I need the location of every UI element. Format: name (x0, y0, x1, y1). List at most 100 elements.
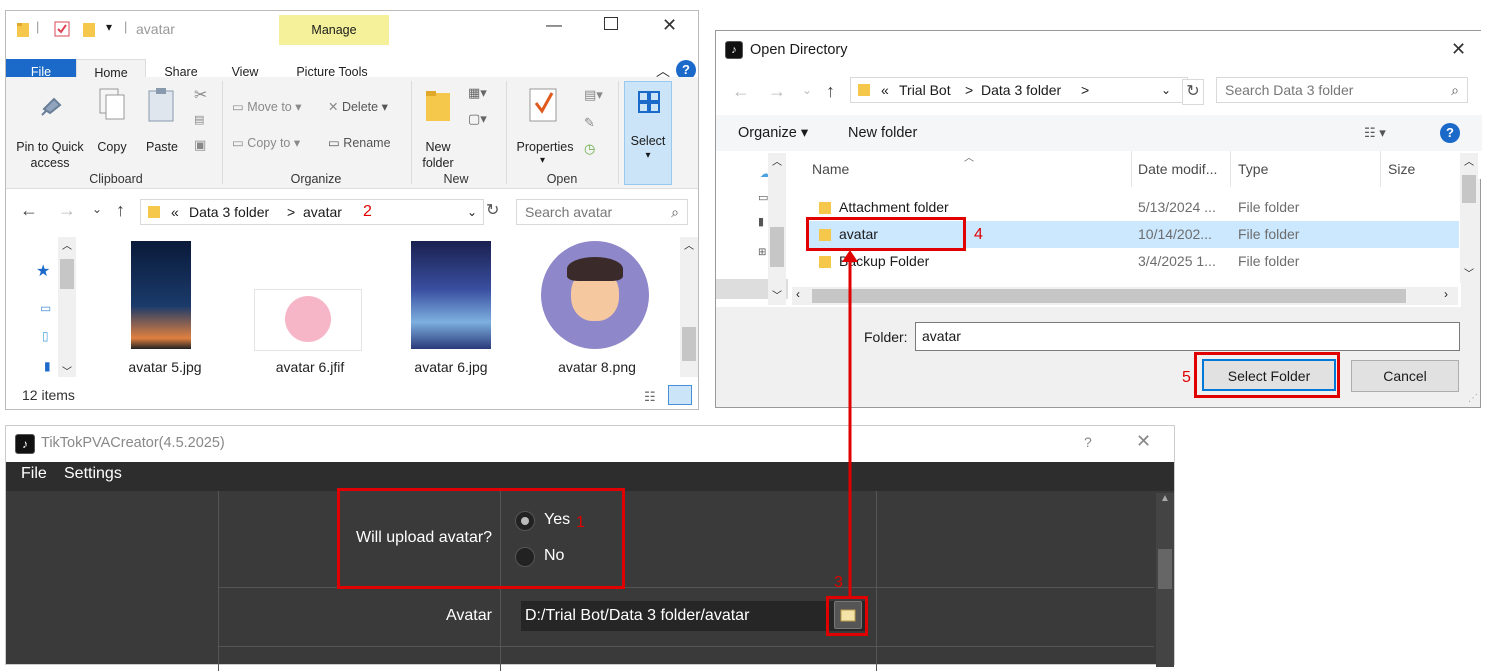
quick-access-dropdown-icon[interactable]: ▾ (106, 20, 112, 34)
breadcrumb-overflow[interactable]: « (171, 200, 179, 224)
select-button[interactable]: Select ▾ (624, 81, 672, 185)
drive-icon[interactable]: ▮ (44, 359, 51, 373)
dialog-hscrollbar[interactable]: ‹ › (792, 287, 1458, 305)
scroll-down-icon[interactable]: ﹀ (62, 363, 72, 378)
content-scrollbar[interactable]: ︿ (680, 237, 698, 377)
minimize-button[interactable]: — (546, 17, 562, 35)
scroll-up-icon[interactable]: ▲ (1160, 493, 1170, 504)
forward-arrow-icon[interactable]: → (58, 200, 76, 221)
new-folder-button[interactable]: New folder (848, 125, 917, 141)
avatar-6-jpg-thumbnail[interactable] (411, 241, 491, 349)
nav-network-icon[interactable]: ⊞ (758, 247, 766, 258)
scroll-thumb[interactable] (682, 327, 696, 361)
breadcrumb-trial-bot[interactable]: Trial Bot (899, 78, 951, 102)
delete-button[interactable]: ✕ Delete ▾ (328, 99, 388, 115)
up-arrow-icon[interactable]: ↑ (116, 200, 125, 221)
app-help-button[interactable]: ? (1084, 434, 1092, 450)
file-label-avatar-6-jfif[interactable]: avatar 6.jfif (250, 359, 370, 375)
scroll-left-icon[interactable]: ‹ (796, 287, 800, 301)
column-header-size[interactable]: Size (1388, 161, 1415, 177)
scroll-thumb[interactable] (770, 227, 784, 267)
recent-locations-icon[interactable]: ⌄ (92, 202, 102, 216)
view-options-icon[interactable]: ☷ ▾ (1364, 125, 1386, 141)
dialog-help-icon[interactable]: ? (1440, 123, 1460, 143)
app-close-button[interactable]: ✕ (1136, 431, 1151, 452)
paste-button[interactable]: Paste (142, 139, 182, 155)
breadcrumb-data3[interactable]: Data 3 folder (189, 200, 269, 224)
dialog-recent-icon[interactable]: ⌄ (802, 83, 812, 97)
dialog-back-arrow-icon[interactable]: ← (732, 81, 750, 102)
back-arrow-icon[interactable]: ← (20, 200, 38, 221)
avatar-6-jfif-thumbnail[interactable] (254, 289, 362, 351)
scroll-up-icon[interactable]: ︿ (684, 237, 694, 252)
column-header-date[interactable]: Date modif... (1138, 161, 1217, 177)
rename-button[interactable]: ▭ Rename (328, 135, 391, 151)
maximize-button[interactable] (604, 17, 618, 30)
close-button[interactable]: ✕ (662, 15, 677, 36)
file-label-avatar-6-jpg[interactable]: avatar 6.jpg (396, 359, 506, 375)
dialog-nav-scrollbar[interactable]: ︿ ﹀ (768, 153, 786, 305)
dialog-forward-arrow-icon[interactable]: → (768, 81, 786, 102)
organize-menu-button[interactable]: Organize ▾ (738, 125, 808, 141)
network-icon[interactable]: ▯ (42, 329, 49, 343)
resize-grip-icon[interactable]: ⋰ (1468, 393, 1478, 404)
scroll-down-icon[interactable]: ﹀ (772, 287, 782, 302)
dialog-list-scrollbar[interactable]: ︿ ﹀ (1460, 153, 1478, 283)
breadcrumb-avatar[interactable]: avatar (303, 200, 342, 224)
avatar-5-thumbnail[interactable] (131, 241, 191, 349)
nav-pane-scrollbar[interactable]: ︿ ﹀ (58, 237, 76, 378)
refresh-icon[interactable]: ↻ (486, 200, 499, 220)
table-row-backup[interactable]: Backup Folder 3/4/2025 1... File folder (808, 248, 1459, 275)
column-header-type[interactable]: Type (1238, 161, 1268, 177)
file-label-avatar-5[interactable]: avatar 5.jpg (110, 359, 220, 375)
app-scrollbar[interactable]: ▲ (1156, 493, 1174, 667)
folder-name-input[interactable]: avatar (915, 322, 1460, 351)
edit-icon[interactable]: ✎ (584, 115, 595, 131)
breadcrumb-data3[interactable]: Data 3 folder (981, 78, 1061, 102)
column-header-name[interactable]: Name (812, 161, 849, 177)
address-bar[interactable]: « Data 3 folder > avatar ⌄ (140, 199, 484, 225)
search-input[interactable]: Search avatar ⌕ (516, 199, 688, 225)
paste-shortcut-icon[interactable]: ▣ (194, 137, 206, 153)
scroll-up-icon[interactable]: ︿ (1464, 153, 1474, 168)
properties-button[interactable]: Properties (510, 139, 580, 155)
scroll-up-icon[interactable]: ︿ (772, 153, 782, 168)
dialog-search-input[interactable]: Search Data 3 folder ⌕ (1216, 77, 1468, 103)
scroll-thumb[interactable] (1462, 175, 1476, 203)
avatar-8-thumbnail[interactable] (541, 241, 649, 349)
properties-dropdown-icon[interactable]: ▾ (540, 155, 545, 166)
this-pc-icon[interactable]: ▭ (40, 301, 51, 315)
dialog-up-arrow-icon[interactable]: ↑ (826, 81, 835, 102)
nav-drive-icon[interactable]: ▮ (758, 215, 764, 228)
dialog-address-bar[interactable]: « Trial Bot > Data 3 folder > ⌄ (850, 77, 1188, 103)
breadcrumb-overflow[interactable]: « (881, 78, 889, 102)
hscroll-thumb[interactable] (812, 289, 1406, 303)
file-label-avatar-8[interactable]: avatar 8.png (542, 359, 652, 375)
avatar-path-input[interactable]: D:/Trial Bot/Data 3 folder/avatar (521, 601, 866, 631)
copy-path-icon[interactable]: ▤ (194, 113, 204, 126)
new-item-icon[interactable]: ▦▾ (468, 85, 487, 101)
scroll-down-icon[interactable]: ﹀ (1464, 265, 1474, 280)
open-icon[interactable]: ▤▾ (584, 87, 603, 103)
nav-pc-icon[interactable]: ▭ (758, 191, 768, 204)
large-icons-view-icon[interactable] (668, 385, 692, 405)
history-icon[interactable]: ◷ (584, 141, 595, 157)
scroll-thumb[interactable] (1158, 549, 1172, 589)
dialog-close-button[interactable]: ✕ (1451, 39, 1466, 60)
menu-settings[interactable]: Settings (64, 465, 122, 483)
address-dropdown-icon[interactable]: ⌄ (467, 200, 477, 224)
cancel-button[interactable]: Cancel (1351, 360, 1459, 392)
scroll-up-icon[interactable]: ︿ (62, 237, 72, 252)
copy-button[interactable]: Copy (92, 139, 132, 155)
pin-to-quick-access-button[interactable]: Pin to Quick access (10, 139, 90, 171)
cut-icon[interactable]: ✂ (194, 85, 207, 105)
quick-access-star-icon[interactable]: ★ (36, 261, 50, 281)
copy-to-button[interactable]: ▭ Copy to ▾ (232, 135, 300, 151)
properties-check-icon[interactable] (54, 21, 70, 37)
scroll-right-icon[interactable]: › (1444, 287, 1448, 301)
new-folder-button[interactable]: New folder (414, 139, 462, 171)
easy-access-icon[interactable]: ▢▾ (468, 111, 487, 127)
details-view-icon[interactable]: ☷ (644, 389, 656, 405)
move-to-button[interactable]: ▭ Move to ▾ (232, 99, 302, 115)
new-folder-quick-icon[interactable] (82, 21, 96, 39)
